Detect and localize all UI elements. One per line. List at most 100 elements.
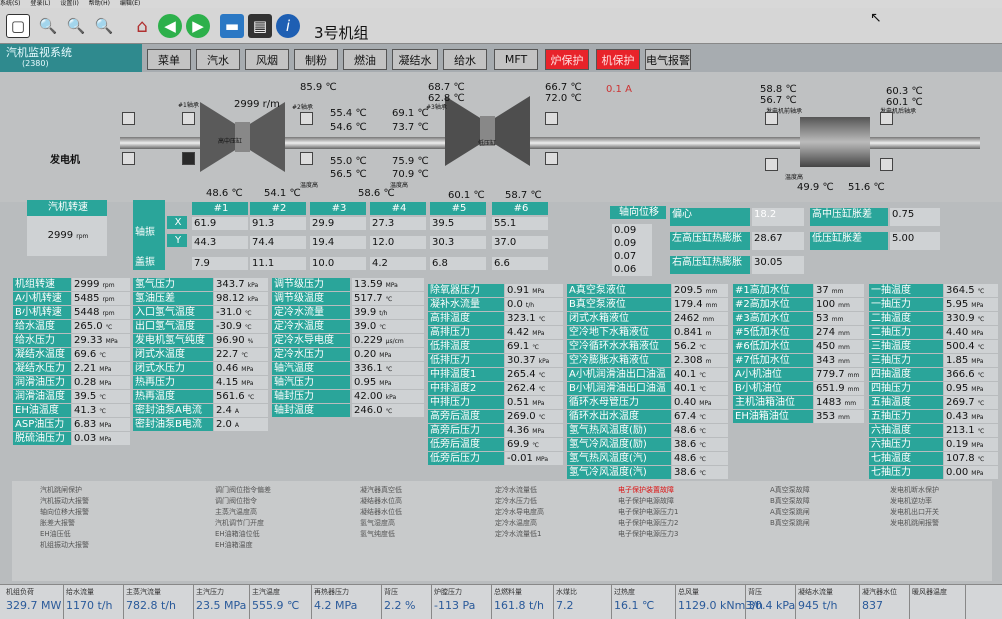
shaft-right — [530, 137, 980, 149]
col7-unit-10: ℃ — [977, 428, 985, 435]
nav-pulverizer[interactable]: 制粉 — [294, 49, 338, 70]
col4-label-0: 除氧器压力 — [428, 284, 504, 297]
col4-unit-5: kPa — [538, 358, 550, 365]
menu-edit[interactable]: 编辑(E) — [120, 0, 140, 7]
zoom-out-icon[interactable]: 🔍 — [64, 14, 88, 38]
col7-unit-2: ℃ — [977, 316, 985, 323]
status-cell-0: 机组负荷 329.7 MW — [4, 584, 64, 619]
status-cell-2: 主蒸汽流量 782.8 t/h — [124, 584, 194, 619]
col2-value-box-9: 2.4 A — [214, 404, 268, 417]
folder-icon[interactable]: ▬ — [220, 14, 244, 38]
home-icon[interactable]: ⌂ — [130, 14, 154, 38]
alarm-item: B真空泵故障 — [770, 497, 810, 505]
nav-boiler-protect[interactable]: 炉保护 — [545, 49, 589, 70]
col5-value-box-10: 48.6 ℃ — [672, 424, 728, 437]
forward-icon[interactable]: ▶ — [186, 14, 210, 38]
nav-electrical-alarm[interactable]: 电气报警 — [645, 49, 691, 70]
col6-unit-3: mm — [838, 330, 850, 337]
nav-steam-water[interactable]: 汽水 — [196, 49, 240, 70]
cursor-icon: ↖ — [870, 10, 882, 26]
col1-value-box-10: 6.83 MPa — [72, 418, 130, 431]
menu-help[interactable]: 帮助(H) — [89, 0, 110, 7]
col4-label-3: 高排压力 — [428, 326, 504, 339]
col1-unit-9: ℃ — [99, 408, 107, 415]
col6-unit-9: mm — [838, 414, 850, 421]
col5-value-12: 48.6 — [674, 453, 697, 464]
menu-system[interactable]: 系统(S) — [0, 0, 21, 7]
col1-unit-8: ℃ — [99, 394, 107, 401]
zoom-fit-icon[interactable]: 🔍 — [92, 14, 116, 38]
col7-value-0: 364.5 — [946, 285, 975, 296]
speed-value: 2999 — [47, 230, 74, 241]
col2-unit-4: % — [247, 338, 254, 345]
col2-unit-9: A — [234, 408, 240, 415]
print-icon[interactable]: ▤ — [248, 14, 272, 38]
col2-value-box-2: -31.0 ℃ — [214, 306, 268, 319]
nav-turbine-protect[interactable]: 机保护 — [596, 49, 640, 70]
col2-unit-6: MPa — [241, 366, 254, 373]
reading-5: 73.7 ℃ — [392, 122, 429, 133]
reading-2: 55.4 ℃ — [330, 108, 367, 119]
nav-air-flue[interactable]: 风烟 — [245, 49, 289, 70]
vib-x-2: 91.3 — [250, 217, 306, 230]
vib-x-6: 55.1 — [492, 217, 548, 230]
col1-value-box-2: 5448 rpm — [72, 306, 130, 319]
alarm-item: 定冷水压力低 — [495, 497, 537, 505]
col4-value-box-11: 69.9 ℃ — [505, 438, 563, 451]
col2-unit-1: kPa — [247, 296, 259, 303]
col5-value-10: 48.6 — [674, 425, 697, 436]
status-label-2: 主蒸汽流量 — [126, 588, 161, 596]
reading-9: 70.9 ℃ — [392, 169, 429, 180]
vib-axis-label: 轴振 — [133, 226, 163, 239]
col4-value-10: 4.36 — [507, 425, 530, 436]
vib-header-2: #2 — [250, 202, 306, 215]
status-cell-12: 背压 30.4 kPa — [746, 584, 796, 619]
vib-x-1: 61.9 — [192, 217, 248, 230]
col7-label-4: 三抽温度 — [869, 340, 943, 353]
status-label-7: 炉膛压力 — [434, 588, 462, 596]
speed-unit: rpm — [76, 233, 89, 240]
col3-unit-5: MPa — [379, 352, 392, 359]
eccentric-value: 18.2 — [752, 208, 804, 226]
col1-label-1: A小机转速 — [13, 292, 71, 305]
status-value-2: 782.8 t/h — [126, 599, 176, 612]
window-icon[interactable]: ▢ — [6, 14, 30, 38]
reading-15: 58.8 ℃ — [760, 84, 797, 95]
menu-settings[interactable]: 设置(I) — [60, 0, 78, 7]
zoom-in-icon[interactable]: 🔍 — [36, 14, 60, 38]
col1-label-11: 脱硫油压力 — [13, 432, 71, 445]
nav-menu[interactable]: 菜单 — [147, 49, 191, 70]
col7-value-7: 0.95 — [946, 383, 969, 394]
col4-unit-11: ℃ — [532, 442, 540, 449]
nav-feedwater[interactable]: 给水 — [443, 49, 487, 70]
reading-7: 56.5 ℃ — [330, 169, 367, 180]
col3-value-1: 517.7 — [354, 293, 383, 304]
col1-value-2: 5448 — [74, 307, 100, 318]
col7-value-12: 107.8 — [946, 453, 975, 464]
bottom-temp-4: 60.1 ℃ — [448, 190, 485, 201]
col7-value-13: 0.00 — [946, 467, 969, 478]
nav-fuel-oil[interactable]: 燃油 — [343, 49, 387, 70]
col7-label-0: 一抽温度 — [869, 284, 943, 297]
col7-label-9: 五抽压力 — [869, 410, 943, 423]
alarm-item: EH油箱温度 — [215, 541, 253, 549]
col7-value-1: 5.95 — [946, 299, 969, 310]
nav-mft[interactable]: MFT — [494, 49, 538, 70]
info-icon[interactable]: i — [276, 14, 300, 38]
col5-label-4: 空冷循环水水箱液位 — [567, 340, 671, 353]
col4-value-1: 0.0 — [507, 299, 523, 310]
col5-value-9: 67.4 — [674, 411, 697, 422]
nav-condensate[interactable]: 凝结水 — [392, 49, 438, 70]
col7-value-6: 366.6 — [946, 369, 975, 380]
col3-label-1: 调节级温度 — [272, 292, 350, 305]
col4-unit-0: MPa — [532, 288, 545, 295]
col1-value-box-3: 265.0 ℃ — [72, 320, 130, 333]
back-icon[interactable]: ◀ — [158, 14, 182, 38]
col1-label-8: 润滑油温度 — [13, 390, 71, 403]
status-value-13: 945 t/h — [798, 599, 838, 612]
status-cell-7: 炉膛压力 -113 Pa — [432, 584, 492, 619]
col5-unit-11: ℃ — [699, 442, 707, 449]
turbine-diagram: 发电机 高中压缸 低压缸 #1轴承 #2轴承 #3轴承 发电机前轴承 发电机后轴… — [0, 72, 1002, 202]
col5-value-box-8: 0.40 MPa — [672, 396, 728, 409]
menu-login[interactable]: 登录(L) — [30, 0, 50, 7]
